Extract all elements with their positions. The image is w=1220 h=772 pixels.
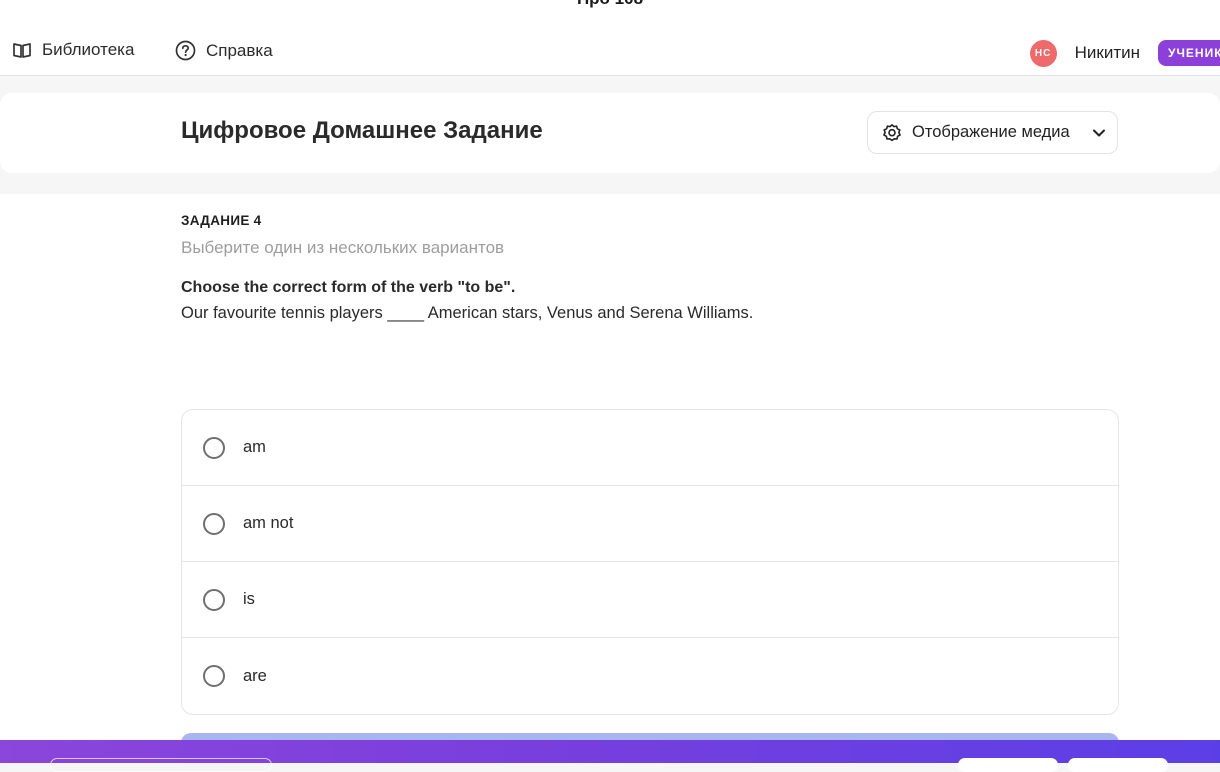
chevron-down-icon	[1092, 128, 1106, 138]
top-navigation-bar: Библиотека Справка НС Никитин УЧЕНИК	[0, 0, 1220, 76]
nav-library-label: Библиотека	[42, 40, 135, 59]
answer-option[interactable]: are	[182, 638, 1118, 714]
book-icon	[12, 41, 32, 59]
role-badge: УЧЕНИК	[1158, 40, 1220, 66]
page-title: Цифровое Домашнее Задание	[181, 117, 543, 144]
answer-option-label: is	[243, 590, 255, 608]
answer-option-label: am	[243, 438, 266, 456]
bottom-left-button[interactable]	[50, 758, 272, 772]
question-text: Our favourite tennis players ____ Americ…	[181, 304, 754, 322]
nav-help[interactable]: Справка	[175, 40, 273, 61]
task-type-hint: Выберите один из нескольких вариантов	[181, 238, 505, 257]
answer-option-label: am not	[243, 514, 294, 532]
answer-option[interactable]: am not	[182, 486, 1118, 562]
radio-button[interactable]	[203, 436, 225, 459]
bottom-action-bar	[0, 740, 1220, 772]
user-name[interactable]: Никитин	[1075, 43, 1140, 63]
answer-option[interactable]: is	[182, 562, 1118, 638]
nav-library[interactable]: Библиотека	[12, 40, 134, 60]
question-heading: Choose the correct form of the verb "to …	[181, 279, 516, 296]
media-display-label: Отображение медиа	[912, 123, 1070, 141]
question-circle-icon	[175, 40, 196, 61]
nav-help-label: Справка	[206, 40, 273, 60]
page-header-card: Цифровое Домашнее Задание Отображение ме…	[0, 93, 1220, 173]
window-title-fragment: Про 108	[0, 0, 1220, 9]
media-display-dropdown[interactable]: Отображение медиа	[867, 111, 1118, 154]
answer-option-label: are	[243, 666, 267, 685]
user-menu[interactable]: НС Никитин УЧЕНИК	[1029, 38, 1220, 68]
task-content: ЗАДАНИЕ 4 Выберите один из нескольких ва…	[0, 194, 1220, 763]
radio-button[interactable]	[203, 512, 225, 535]
radio-button[interactable]	[203, 588, 225, 611]
task-number: ЗАДАНИЕ 4	[181, 213, 262, 228]
radio-button[interactable]	[203, 665, 225, 687]
bottom-right-button-1[interactable]	[958, 758, 1058, 772]
bottom-right-button-2[interactable]	[1068, 758, 1168, 772]
gear-icon	[882, 123, 902, 143]
answer-option[interactable]: am	[182, 410, 1118, 486]
answer-options: am am not is are	[181, 409, 1119, 715]
avatar[interactable]: НС	[1029, 39, 1057, 67]
